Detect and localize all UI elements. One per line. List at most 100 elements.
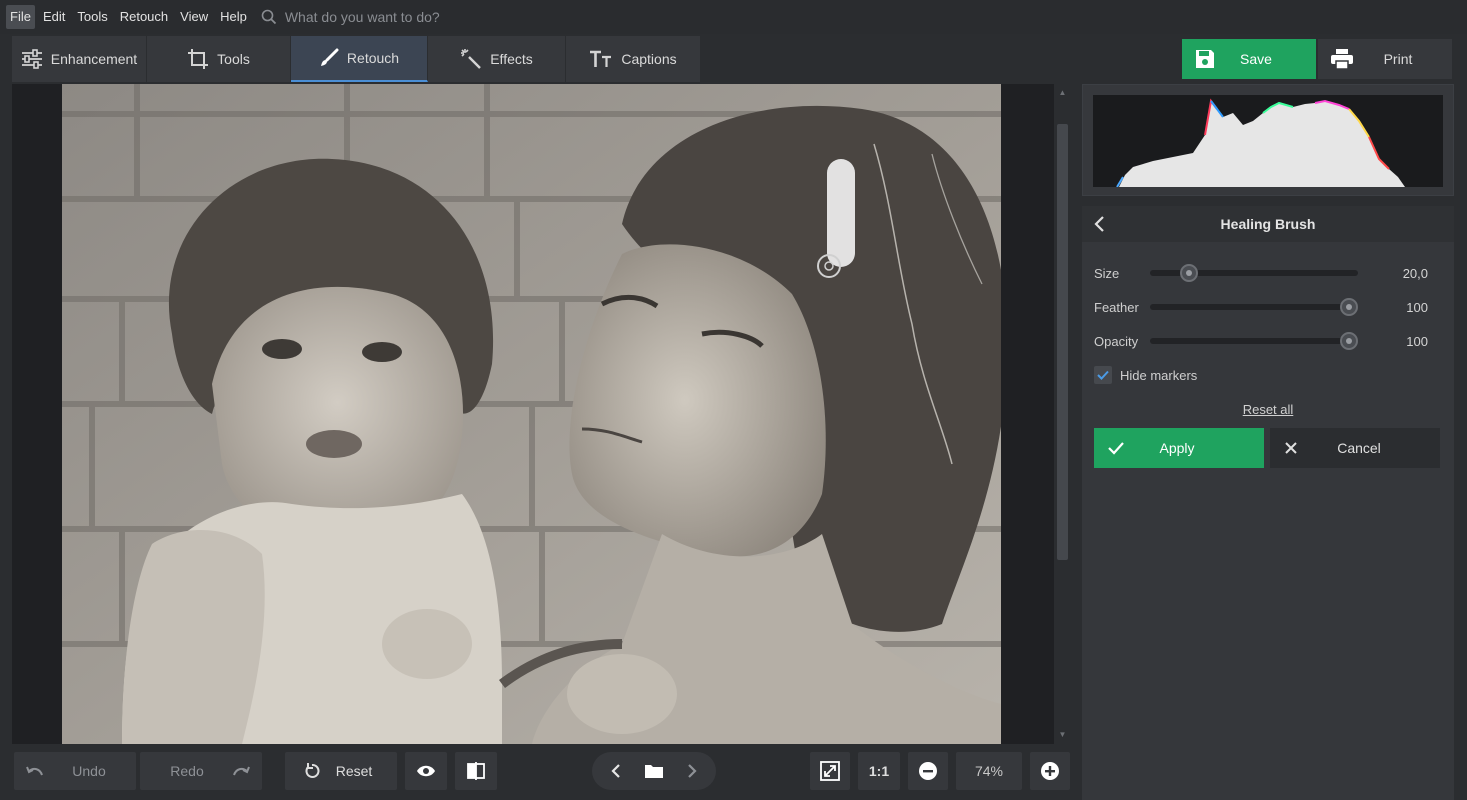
opacity-slider[interactable]: [1150, 332, 1358, 350]
zoom-in-icon: [1041, 762, 1059, 780]
size-slider-row: Size 20,0: [1094, 262, 1444, 284]
menu-help[interactable]: Help: [216, 5, 251, 29]
navigation-group: [592, 752, 716, 790]
print-button[interactable]: Print: [1318, 39, 1452, 79]
search-icon: [261, 9, 276, 25]
hide-markers-row[interactable]: Hide markers: [1094, 366, 1197, 384]
reset-icon: [305, 763, 320, 778]
size-slider[interactable]: [1150, 264, 1358, 282]
compare-button[interactable]: [455, 752, 497, 790]
opacity-value: 100: [1406, 333, 1428, 349]
histogram-graph: [1116, 98, 1405, 187]
photo-image[interactable]: [62, 84, 1001, 744]
menu-file[interactable]: File: [6, 5, 35, 29]
split-view-icon: [467, 762, 485, 780]
next-button[interactable]: [674, 763, 710, 779]
zoom-in-button[interactable]: [1030, 752, 1070, 790]
feather-label: Feather: [1094, 299, 1139, 315]
open-folder-button[interactable]: [634, 763, 674, 779]
checkmark-icon: [1097, 370, 1109, 380]
search-placeholder: What do you want to do?: [284, 9, 440, 25]
opacity-label: Opacity: [1094, 333, 1139, 349]
undo-button[interactable]: Undo: [14, 752, 136, 790]
text-icon: [590, 50, 612, 67]
size-slider-knob[interactable]: [1180, 264, 1199, 282]
chevron-left-icon: [611, 764, 620, 778]
image-canvas[interactable]: [12, 84, 1054, 744]
cancel-label: Cancel: [1337, 440, 1381, 456]
reset-all-link[interactable]: Reset all: [1082, 402, 1454, 417]
tab-label: Effects: [490, 51, 533, 67]
scrollbar-thumb[interactable]: [1057, 124, 1068, 560]
preview-button[interactable]: [405, 752, 447, 790]
feather-slider-row: Feather 100: [1094, 296, 1444, 318]
reset-button[interactable]: Reset: [285, 752, 397, 790]
menu-bar: File Edit Tools Retouch View Help What d…: [0, 0, 1467, 34]
crop-icon: [188, 49, 209, 69]
hide-markers-label: Hide markers: [1120, 367, 1198, 383]
panel-header: Healing Brush: [1082, 206, 1454, 242]
fit-screen-icon: [820, 761, 840, 781]
menu-edit[interactable]: Edit: [39, 5, 69, 29]
redo-label: Redo: [170, 763, 204, 779]
floppy-disk-icon: [1196, 50, 1214, 68]
apply-label: Apply: [1159, 440, 1195, 456]
undo-icon: [26, 766, 44, 776]
healing-brush-panel: Healing Brush Size 20,0 Feather 100 Opac…: [1082, 206, 1454, 800]
menu-view[interactable]: View: [176, 5, 212, 29]
folder-icon: [645, 765, 663, 778]
panel-title: Healing Brush: [1220, 216, 1316, 232]
bottom-toolbar: Undo Redo Reset 1:1 74%: [12, 748, 1072, 794]
opacity-slider-row: Opacity 100: [1094, 330, 1444, 352]
size-label: Size: [1094, 265, 1120, 281]
chevron-right-icon: [688, 764, 697, 778]
tab-label: Tools: [217, 51, 250, 67]
check-icon: [1108, 442, 1124, 455]
sliders-icon: [21, 49, 42, 69]
tab-label: Captions: [621, 51, 677, 67]
redo-button[interactable]: Redo: [140, 752, 262, 790]
tab-captions[interactable]: Captions: [566, 36, 701, 82]
histogram-panel: [1082, 84, 1454, 196]
save-label: Save: [1240, 51, 1272, 67]
zoom-out-button[interactable]: [908, 752, 948, 790]
actual-size-button[interactable]: 1:1: [858, 752, 900, 790]
feather-slider-knob[interactable]: [1340, 298, 1358, 316]
scroll-up-icon[interactable]: ▲: [1057, 88, 1068, 98]
undo-label: Undo: [72, 763, 106, 779]
magic-wand-icon: [461, 49, 482, 69]
scroll-down-icon[interactable]: ▼: [1057, 730, 1068, 740]
hide-markers-checkbox[interactable]: [1094, 366, 1112, 384]
main-tabs: Enhancement Tools Retouch Effects Captio…: [12, 36, 701, 82]
redo-icon: [232, 766, 250, 776]
photo-editor-window: File Edit Tools Retouch View Help What d…: [0, 0, 1467, 800]
tab-enhancement[interactable]: Enhancement: [12, 36, 147, 82]
tab-effects[interactable]: Effects: [428, 36, 566, 82]
menu-tools[interactable]: Tools: [73, 5, 111, 29]
eye-icon: [417, 765, 435, 777]
printer-icon: [1331, 49, 1353, 70]
feather-value: 100: [1406, 299, 1428, 315]
brush-icon: [320, 48, 339, 66]
tab-label: Enhancement: [50, 51, 138, 67]
size-value: 20,0: [1402, 265, 1428, 281]
opacity-slider-knob[interactable]: [1340, 332, 1358, 350]
tab-tools[interactable]: Tools: [147, 36, 291, 82]
tab-retouch[interactable]: Retouch: [291, 36, 428, 82]
tab-label: Retouch: [346, 50, 400, 66]
fit-to-screen-button[interactable]: [810, 752, 850, 790]
menu-retouch[interactable]: Retouch: [116, 5, 172, 29]
back-chevron-icon[interactable]: [1092, 215, 1108, 233]
vertical-scrollbar[interactable]: ▲ ▼: [1054, 84, 1071, 744]
cancel-button[interactable]: Cancel: [1270, 428, 1440, 468]
feather-slider[interactable]: [1150, 298, 1358, 316]
reset-label: Reset: [335, 763, 373, 779]
print-label: Print: [1383, 51, 1413, 67]
save-button[interactable]: Save: [1182, 39, 1316, 79]
zoom-level[interactable]: 74%: [956, 752, 1022, 790]
command-search[interactable]: What do you want to do?: [261, 9, 440, 25]
previous-button[interactable]: [598, 763, 634, 779]
apply-button[interactable]: Apply: [1094, 428, 1264, 468]
close-icon: [1285, 442, 1297, 454]
zoom-out-icon: [919, 762, 937, 780]
